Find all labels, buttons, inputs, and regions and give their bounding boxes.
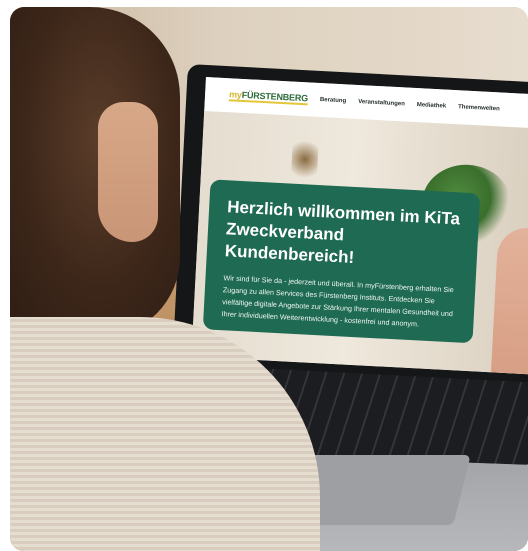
welcome-title: Herzlich willkommen im KiTa Zweckverband… — [224, 197, 461, 267]
person-face — [98, 102, 158, 242]
hero-person — [490, 226, 528, 375]
nav-item-mediathek[interactable]: Mediathek — [417, 102, 447, 110]
laptop-screen: myFÜRSTENBERG Beratung Veranstaltungen M… — [191, 77, 528, 375]
hero-section: Herzlich willkommen im KiTa Zweckverband… — [191, 110, 528, 375]
logo-prefix: my — [228, 89, 242, 100]
nav-item-veranstaltungen[interactable]: Veranstaltungen — [358, 99, 405, 107]
welcome-card: Herzlich willkommen im KiTa Zweckverband… — [202, 179, 481, 344]
nav-item-beratung[interactable]: Beratung — [320, 97, 347, 104]
logo-name: FÜRSTENBERG — [241, 89, 309, 104]
welcome-text: Wir sind für Sie da - jederzeit und über… — [221, 273, 454, 329]
hero-plant-left — [290, 135, 320, 183]
site-logo[interactable]: myFÜRSTENBERG — [228, 89, 309, 106]
nav-item-themenwelten[interactable]: Themenwelten — [458, 104, 500, 112]
photo: myFÜRSTENBERG Beratung Veranstaltungen M… — [10, 7, 528, 551]
